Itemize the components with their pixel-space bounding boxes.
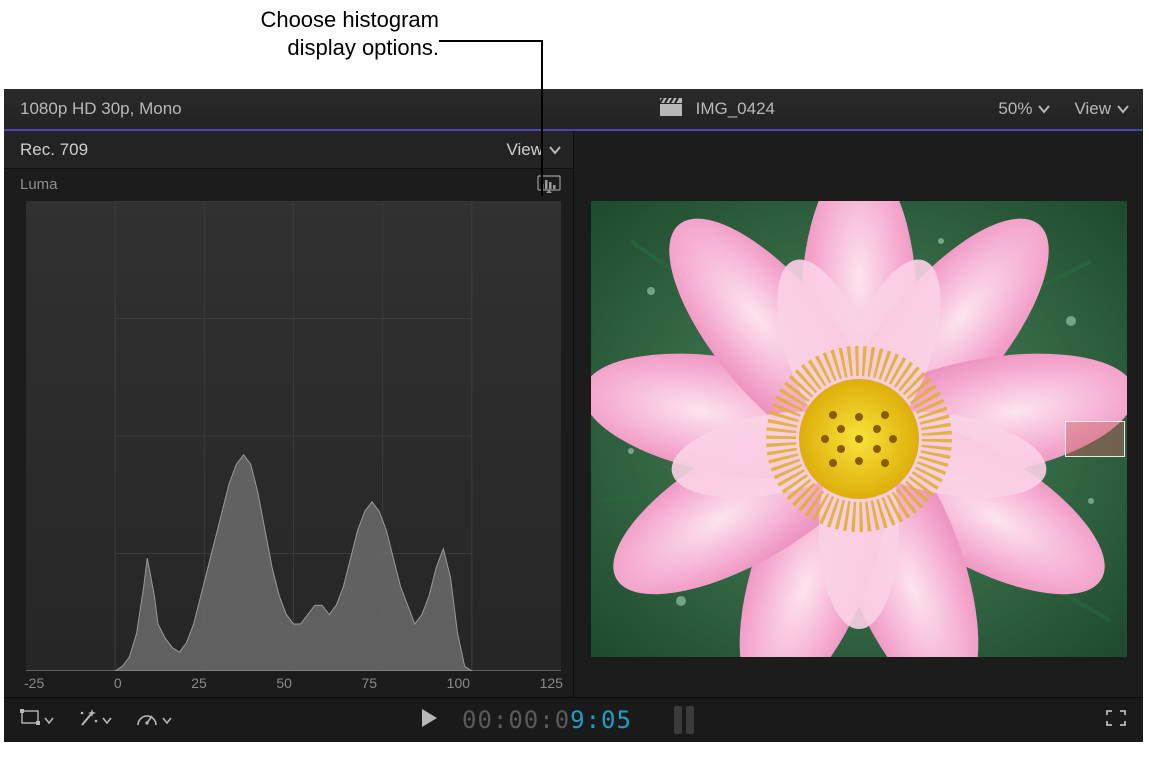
fullscreen-button[interactable] — [1105, 709, 1127, 732]
axis-tick: -25 — [24, 675, 44, 691]
callout-line2: display options. — [287, 35, 439, 60]
zoom-dropdown[interactable]: 50% — [998, 99, 1050, 119]
chevron-down-icon — [1038, 99, 1050, 119]
enhance-tool-dropdown[interactable] — [78, 709, 112, 732]
axis-tick: 100 — [447, 675, 470, 691]
selection-overlay[interactable] — [1065, 421, 1125, 457]
crop-tool-dropdown[interactable] — [20, 709, 54, 732]
speedometer-icon — [136, 709, 158, 732]
zoom-value: 50% — [998, 99, 1032, 119]
clip-title: IMG_0424 — [660, 98, 775, 121]
retime-tool-dropdown[interactable] — [136, 709, 172, 732]
chevron-down-icon — [549, 140, 561, 160]
axis-tick: 125 — [540, 675, 563, 691]
view-label: View — [1074, 99, 1111, 119]
scopes-panel: Rec. 709 View Luma — [4, 131, 574, 697]
axis-tick: 0 — [114, 675, 122, 691]
scopes-view-label: View — [506, 140, 543, 160]
chevron-down-icon — [44, 710, 54, 730]
top-info-bar: 1080p HD 30p, Mono IMG_0424 50% — [4, 89, 1143, 131]
axis-tick: 75 — [362, 675, 378, 691]
annotation-callout: Choose histogram display options. — [0, 0, 1149, 89]
color-space-label: Rec. 709 — [20, 140, 88, 160]
timecode-display[interactable]: 00:00:09:05 — [462, 706, 632, 734]
project-format-label: 1080p HD 30p, Mono — [20, 99, 182, 119]
audio-meter[interactable] — [674, 706, 700, 734]
chevron-down-icon — [1117, 99, 1129, 119]
viewer-panel — [574, 131, 1143, 697]
viewer-canvas[interactable] — [591, 201, 1127, 657]
axis-tick: 50 — [276, 675, 292, 691]
magic-wand-icon — [78, 709, 98, 732]
video-editor-window: 1080p HD 30p, Mono IMG_0424 50% — [4, 89, 1143, 742]
timecode-active: 9:05 — [570, 706, 632, 734]
callout-line1: Choose histogram — [260, 7, 439, 32]
crop-icon — [20, 709, 40, 732]
timecode-dim: 00:00:0 — [462, 706, 570, 734]
clip-name-label: IMG_0424 — [696, 99, 775, 119]
chevron-down-icon — [162, 710, 172, 730]
histogram-axis: -25 0 25 50 75 100 125 — [24, 675, 563, 691]
viewer-view-dropdown[interactable]: View — [1074, 99, 1129, 119]
chevron-down-icon — [102, 710, 112, 730]
axis-tick: 25 — [191, 675, 207, 691]
histogram-mode-label: Luma — [20, 176, 58, 193]
luma-histogram — [26, 201, 561, 671]
clapboard-icon — [660, 98, 682, 121]
play-button[interactable] — [420, 708, 438, 733]
scopes-view-dropdown[interactable]: View — [506, 140, 561, 160]
bottom-toolbar: 00:00:09:05 — [4, 697, 1143, 742]
